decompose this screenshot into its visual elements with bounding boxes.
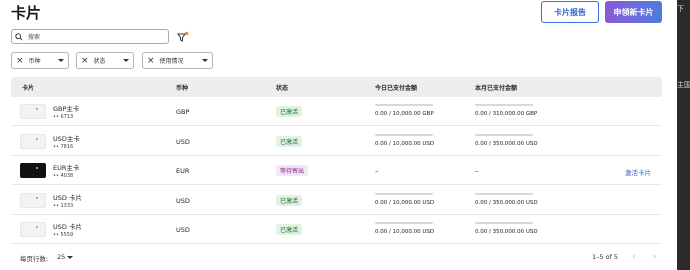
table-row[interactable]: USD 卡片 •• 5559 USD 已激活 0.00 / 10,000.00 USD 0… <box>11 215 662 245</box>
column-header-today-paid: 今日已支付金额 <box>375 85 418 92</box>
usage-filter-chip[interactable]: × 使用情况 <box>142 52 213 69</box>
rows-per-page-select[interactable]: 25 <box>57 253 65 261</box>
chevron-down-icon[interactable] <box>67 256 73 259</box>
month-progress-bar <box>475 222 533 225</box>
card-report-button[interactable]: 卡片报告 <box>541 1 599 23</box>
card-number: •• 4038 <box>53 173 74 180</box>
chevron-down-icon <box>202 59 208 62</box>
card-currency: USD <box>176 226 190 235</box>
today-paid-amount: 0.00 / 10,000.00 USD <box>375 140 435 147</box>
status-badge: 已激活 <box>276 135 303 147</box>
pagination-info: 1–5 of 5 <box>592 253 619 261</box>
search-icon <box>15 32 23 41</box>
today-paid-amount: 0.00 / 10,000.00 GBP <box>375 111 434 117</box>
search-input[interactable]: 搜索 <box>11 29 169 44</box>
status-badge: 已激活 <box>276 106 303 117</box>
card-name: USD 卡片 <box>53 223 82 232</box>
column-header-status: 状态 <box>276 85 289 92</box>
card-currency: USD <box>176 196 190 205</box>
column-header-month-paid: 本月已支付金额 <box>475 85 518 92</box>
card-number: •• 1333 <box>53 202 74 209</box>
filter-label: 使用情况 <box>159 58 184 65</box>
month-progress-bar <box>475 192 533 195</box>
card-thumbnail <box>20 133 46 149</box>
next-page-icon[interactable]: › <box>653 252 657 262</box>
today-progress-bar <box>375 133 433 136</box>
page-title: 卡片 <box>11 4 42 22</box>
table-row[interactable]: USD 卡片 •• 1333 USD 已激活 0.00 / 10,000.00 USD 0… <box>11 185 662 215</box>
month-progress-bar <box>475 133 533 136</box>
card-number: •• 7816 <box>53 143 74 150</box>
currency-filter-chip[interactable]: × 币种 <box>11 52 69 69</box>
filter-label: 币种 <box>28 58 41 65</box>
filter-label: 状态 <box>93 58 106 65</box>
today-paid-amount: 0.00 / 10,000.00 USD <box>375 199 435 206</box>
activate-card-link[interactable]: 激活卡片 <box>625 167 651 177</box>
today-progress-bar <box>375 104 433 106</box>
month-paid-amount: 0.00 / 350,000.00 USD <box>475 229 538 236</box>
month-paid-amount: – <box>475 167 479 176</box>
today-progress-bar <box>375 222 433 225</box>
status-badge: 已激活 <box>276 194 303 206</box>
column-header-currency: 币种 <box>176 85 189 92</box>
table-header: 卡片 币种 状态 今日已支付金额 本月已支付金额 <box>11 77 662 97</box>
background-window-strip: 下 主国 <box>677 0 690 270</box>
today-progress-bar <box>375 192 433 195</box>
month-progress-bar <box>475 104 533 106</box>
previous-page-icon[interactable]: ‹ <box>632 252 636 262</box>
month-paid-amount: 0.00 / 350,000.00 USD <box>475 199 538 206</box>
month-paid-amount: 0.00 / 310,000.00 GBP <box>475 111 538 117</box>
card-number: •• 6713 <box>53 114 74 120</box>
card-number: •• 5559 <box>53 232 74 239</box>
card-name: USD 卡片 <box>53 193 82 202</box>
rows-per-page-label: 每页行数: <box>20 255 49 263</box>
card-thumbnail <box>20 163 46 179</box>
chevron-down-icon <box>123 59 129 62</box>
background-text-mid: 主国 <box>677 81 690 89</box>
filter-icon[interactable] <box>177 31 189 43</box>
table-row[interactable]: EUR主卡 •• 4038 EUR 等待寄出 – – 激活卡片 <box>11 156 662 186</box>
card-currency: GBP <box>176 108 190 116</box>
card-currency: EUR <box>176 167 190 176</box>
card-currency: USD <box>176 137 190 146</box>
table-row[interactable]: USD主卡 •• 7816 USD 已激活 0.00 / 10,000.00 USD 0.… <box>11 126 662 156</box>
card-name: USD主卡 <box>53 134 80 143</box>
close-icon[interactable]: × <box>147 56 155 66</box>
card-thumbnail <box>20 222 46 238</box>
chevron-down-icon <box>58 59 64 62</box>
month-paid-amount: 0.00 / 350,000.00 USD <box>475 140 538 147</box>
table-row[interactable]: GBP主卡 •• 6713 GBP 已激活 0.00 / 10,000.00 GBP 0.… <box>11 97 662 126</box>
today-paid-amount: 0.00 / 10,000.00 USD <box>375 229 435 236</box>
close-icon[interactable]: × <box>81 56 89 66</box>
status-filter-chip[interactable]: × 状态 <box>76 52 134 69</box>
card-name: GBP主卡 <box>53 105 80 113</box>
card-thumbnail <box>20 192 46 208</box>
status-badge: 已激活 <box>276 224 303 236</box>
background-text-top: 下 <box>677 5 684 13</box>
apply-new-card-button[interactable]: 申领新卡片 <box>605 1 662 23</box>
card-thumbnail <box>20 104 46 119</box>
search-placeholder: 搜索 <box>28 34 41 41</box>
today-paid-amount: – <box>375 167 379 176</box>
status-badge: 等待寄出 <box>276 165 309 177</box>
close-icon[interactable]: × <box>16 56 24 66</box>
card-name: EUR主卡 <box>53 164 80 173</box>
column-header-card: 卡片 <box>22 85 35 92</box>
